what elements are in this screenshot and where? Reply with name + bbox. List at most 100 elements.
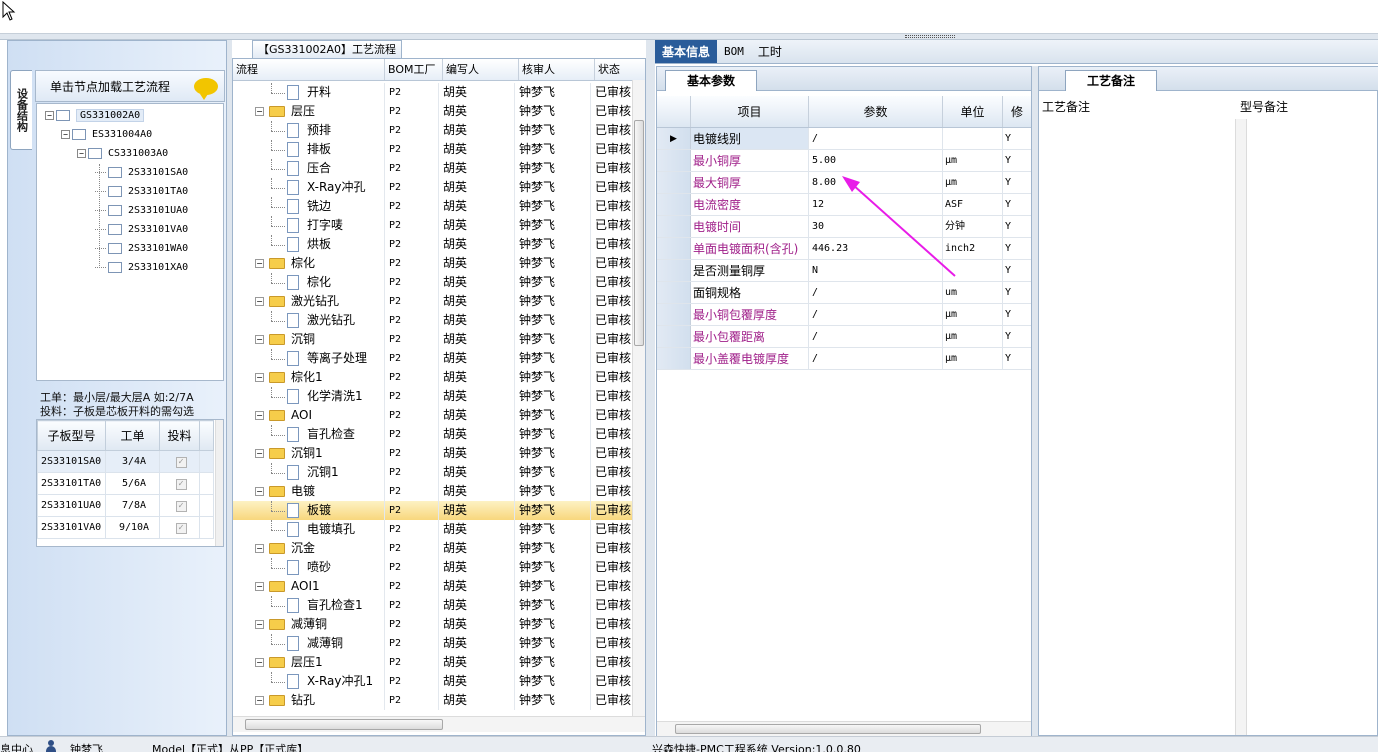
table-row[interactable]: − 钻孔 P2 胡英 钟梦飞 已审核 [233, 691, 633, 710]
table-row[interactable]: − 沉金 P2 胡英 钟梦飞 已审核 [233, 539, 633, 558]
table-row[interactable]: 沉铜1 P2 胡英 钟梦飞 已审核 [233, 463, 633, 482]
collapse-icon[interactable]: − [61, 129, 70, 139]
row-header[interactable] [657, 282, 691, 303]
table-row[interactable]: − AOI1 P2 胡英 钟梦飞 已审核 [233, 577, 633, 596]
collapse-icon[interactable]: − [255, 582, 264, 591]
material-checkbox[interactable]: ✓ [175, 500, 187, 512]
material-checkbox[interactable]: ✓ [175, 522, 187, 534]
table-row[interactable]: 棕化 P2 胡英 钟梦飞 已审核 [233, 273, 633, 292]
collapse-icon[interactable]: − [255, 449, 264, 458]
cell-param-value[interactable]: / [809, 304, 943, 325]
col-status[interactable]: 状态 [595, 59, 645, 80]
table-row[interactable]: 铣边 P2 胡英 钟梦飞 已审核 [233, 197, 633, 216]
table-row[interactable]: − 棕化1 P2 胡英 钟梦飞 已审核 [233, 368, 633, 387]
chat-bubble-icon[interactable] [194, 78, 218, 100]
remark-scrollbar[interactable] [1235, 119, 1247, 735]
tree-node[interactable]: 2S33101XA0 [95, 259, 188, 275]
cell-param-value[interactable]: / [809, 326, 943, 347]
col-param[interactable]: 参数 [809, 96, 943, 127]
cell-param-value[interactable]: 8.00 [809, 172, 943, 193]
cell-work-order[interactable]: 7/8A [105, 494, 160, 517]
material-checkbox[interactable]: ✓ [175, 456, 187, 468]
col-bom-factory[interactable]: BOM工厂 [385, 59, 443, 80]
tree-node[interactable]: − GS331002A0 [45, 107, 145, 123]
table-row[interactable]: 化学清洗1 P2 胡英 钟梦飞 已审核 [233, 387, 633, 406]
col-work-order[interactable]: 工单 [105, 420, 160, 451]
table-row[interactable]: 电镀填孔 P2 胡英 钟梦飞 已审核 [233, 520, 633, 539]
cell-sub-model[interactable]: 2S33101UA0 [37, 494, 106, 517]
table-row[interactable]: 板镀 P2 胡英 钟梦飞 已审核 [233, 501, 633, 520]
row-header[interactable] [657, 238, 691, 259]
row-header[interactable] [657, 348, 691, 369]
table-row[interactable]: − AOI P2 胡英 钟梦飞 已审核 [233, 406, 633, 425]
tree-node[interactable]: 2S33101SA0 [95, 164, 188, 180]
tab-bom[interactable]: BOM [717, 40, 751, 63]
row-header[interactable] [657, 304, 691, 325]
collapse-icon[interactable]: − [255, 620, 264, 629]
table-row[interactable]: 2S33101VA0 9/10A ✓ [37, 516, 214, 539]
col-writer[interactable]: 编写人 [443, 59, 519, 80]
cell-param-value[interactable]: / [809, 348, 943, 369]
table-row[interactable]: 2S33101UA0 7/8A ✓ [37, 494, 214, 517]
cell-param-value[interactable]: 30 [809, 216, 943, 237]
table-row[interactable]: 排板 P2 胡英 钟梦飞 已审核 [233, 140, 633, 159]
col-sub-model[interactable]: 子板型号 [37, 420, 106, 451]
table-row[interactable]: X-Ray冲孔 P2 胡英 钟梦飞 已审核 [233, 178, 633, 197]
cell-param-value[interactable]: 12 [809, 194, 943, 215]
table-row[interactable]: − 电镀 P2 胡英 钟梦飞 已审核 [233, 482, 633, 501]
current-row-indicator-icon[interactable]: ▶ [657, 128, 691, 149]
cell-param-value[interactable]: 446.23 [809, 238, 943, 259]
col-modify[interactable]: 修 [1003, 96, 1031, 127]
collapse-icon[interactable]: − [45, 110, 54, 120]
scroll-thumb[interactable] [675, 724, 981, 734]
table-row[interactable]: − 沉铜 P2 胡英 钟梦飞 已审核 [233, 330, 633, 349]
cell-work-order[interactable]: 3/4A [105, 450, 160, 473]
tree-node[interactable]: 2S33101TA0 [95, 183, 188, 199]
table-row[interactable]: 是否测量铜厚 N Y [657, 260, 1031, 282]
collapse-icon[interactable]: − [255, 335, 264, 344]
scroll-thumb[interactable] [245, 719, 443, 730]
table-row[interactable]: 打字唛 P2 胡英 钟梦飞 已审核 [233, 216, 633, 235]
collapse-icon[interactable]: − [255, 259, 264, 268]
table-row[interactable]: 压合 P2 胡英 钟梦飞 已审核 [233, 159, 633, 178]
status-message-center[interactable]: 息中心 [0, 741, 33, 752]
tab-device-structure[interactable]: 设备结构 [10, 70, 32, 150]
row-header[interactable] [657, 216, 691, 237]
col-unit[interactable]: 单位 [943, 96, 1003, 127]
scroll-thumb[interactable] [634, 120, 644, 346]
tree-node[interactable]: 2S33101UA0 [95, 202, 188, 218]
table-row[interactable]: 盲孔检查 P2 胡英 钟梦飞 已审核 [233, 425, 633, 444]
table-row[interactable]: 开料 P2 胡英 钟梦飞 已审核 [233, 83, 633, 102]
table-row[interactable]: − 沉铜1 P2 胡英 钟梦飞 已审核 [233, 444, 633, 463]
row-header[interactable] [657, 172, 691, 193]
col-checker[interactable]: 核审人 [519, 59, 595, 80]
table-row[interactable]: 烘板 P2 胡英 钟梦飞 已审核 [233, 235, 633, 254]
cell-sub-model[interactable]: 2S33101VA0 [37, 516, 106, 539]
collapse-icon[interactable]: − [255, 487, 264, 496]
table-row[interactable]: 预排 P2 胡英 钟梦飞 已审核 [233, 121, 633, 140]
material-checkbox[interactable]: ✓ [175, 478, 187, 490]
collapse-icon[interactable]: − [255, 107, 264, 116]
cell-sub-model[interactable]: 2S33101TA0 [37, 472, 106, 495]
table-row[interactable]: 电镀时间 30 分钟 Y [657, 216, 1031, 238]
table-row[interactable]: 激光钻孔 P2 胡英 钟梦飞 已审核 [233, 311, 633, 330]
cell-param-value[interactable]: 5.00 [809, 150, 943, 171]
col-material[interactable]: 投料 [159, 420, 200, 451]
tab-basic-info[interactable]: 基本信息 [655, 40, 718, 63]
table-row[interactable]: 喷砂 P2 胡英 钟梦飞 已审核 [233, 558, 633, 577]
table-row[interactable]: 面铜规格 / um Y [657, 282, 1031, 304]
row-header[interactable] [657, 150, 691, 171]
table-row[interactable]: ▶ 电镀线别 / Y [657, 128, 1031, 150]
table-row[interactable]: 减薄铜 P2 胡英 钟梦飞 已审核 [233, 634, 633, 653]
cell-work-order[interactable]: 9/10A [105, 516, 160, 539]
table-row[interactable]: 最小铜包覆厚度 / μm Y [657, 304, 1031, 326]
tree-node[interactable]: − CS331003A0 [77, 145, 168, 161]
col-item[interactable]: 项目 [691, 96, 809, 127]
sub-grid-scrollbar[interactable] [215, 420, 223, 546]
tree-node[interactable]: 2S33101WA0 [95, 240, 188, 256]
table-row[interactable]: 2S33101SA0 3/4A ✓ [37, 450, 214, 473]
table-row[interactable]: − 减薄铜 P2 胡英 钟梦飞 已审核 [233, 615, 633, 634]
table-row[interactable]: 单面电镀面积(含孔) 446.23 inch2 Y [657, 238, 1031, 260]
table-row[interactable]: 盲孔检查1 P2 胡英 钟梦飞 已审核 [233, 596, 633, 615]
param-horizontal-scrollbar[interactable] [657, 721, 1031, 736]
